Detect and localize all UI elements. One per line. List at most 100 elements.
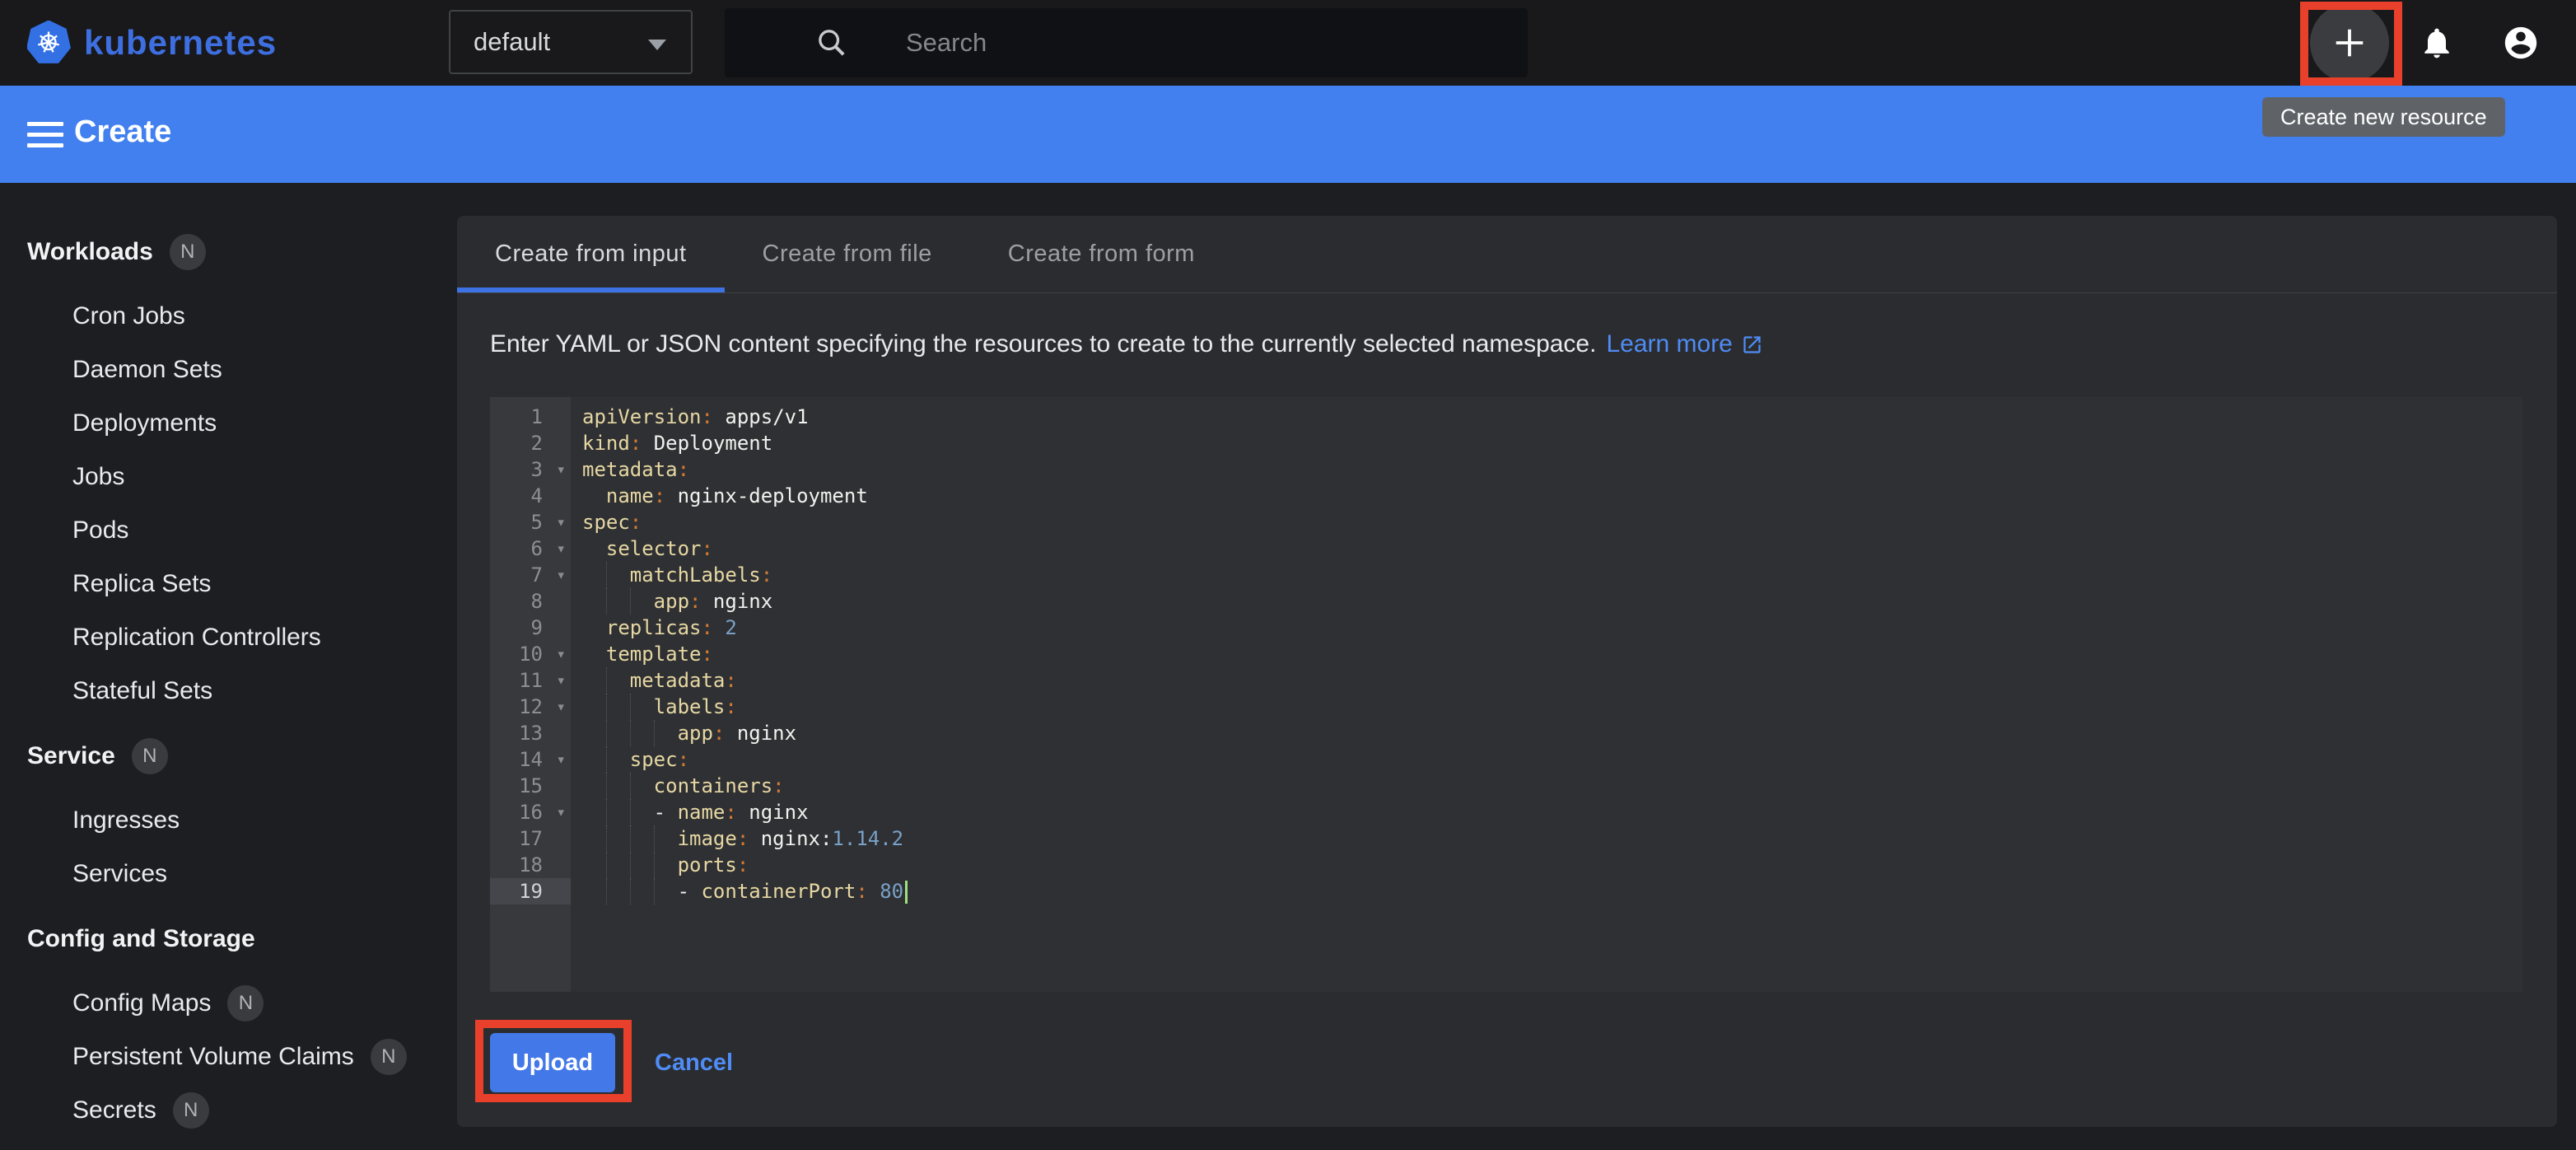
code-line[interactable]: metadata: [582, 456, 2522, 483]
menu-hamburger-icon[interactable] [27, 122, 63, 147]
code-line[interactable]: image: nginx:1.14.2 [582, 825, 2522, 852]
plus-icon [2331, 24, 2368, 62]
editor-gutter: 123▾45▾6▾7▾8910▾11▾12▾1314▾1516▾171819 [490, 397, 571, 992]
sidebar-nav: WorkloadsN Cron Jobs Daemon Sets Deployment… [0, 183, 457, 1125]
namespaced-badge: N [173, 1092, 209, 1129]
sidebar-item-stateful-sets[interactable]: Stateful Sets [72, 676, 457, 706]
sidebar-item-cron-jobs[interactable]: Cron Jobs [72, 302, 457, 331]
code-line[interactable]: labels: [582, 694, 2522, 720]
namespaced-badge: N [371, 1039, 407, 1075]
namespace-select[interactable]: default [449, 10, 693, 74]
indent-guide [630, 720, 654, 746]
sidebar-section-service[interactable]: Service N [27, 741, 457, 771]
brand-title[interactable]: kubernetes [84, 23, 277, 63]
indent-guide [606, 720, 630, 746]
indent-guide [630, 852, 654, 878]
search-input[interactable] [906, 28, 1482, 58]
code-line[interactable]: matchLabels: [582, 562, 2522, 588]
sidebar-item-replication-controllers[interactable]: Replication Controllers [72, 623, 457, 652]
cancel-button[interactable]: Cancel [655, 1049, 733, 1077]
namespaced-badge: N [132, 738, 168, 774]
fold-arrow-icon[interactable]: ▾ [557, 562, 566, 588]
fold-arrow-icon[interactable]: ▾ [557, 535, 566, 562]
code-line[interactable]: - containerPort: 80 [582, 878, 2522, 905]
tab-create-from-form[interactable]: Create from form [970, 216, 1233, 292]
sidebar-label: Ingresses [72, 806, 180, 835]
namespace-value: default [474, 27, 550, 57]
code-line[interactable]: app: nginx [582, 588, 2522, 615]
code-line[interactable]: kind: Deployment [582, 430, 2522, 456]
search-bar[interactable] [725, 8, 1528, 77]
editor-code[interactable]: apiVersion: apps/v1kind: Deploymentmetad… [571, 397, 2522, 992]
instruction-row: Enter YAML or JSON content specifying th… [490, 330, 2524, 359]
fold-arrow-icon[interactable]: ▾ [557, 509, 566, 535]
fold-arrow-icon[interactable]: ▾ [557, 746, 566, 773]
line-number: 15 [490, 773, 571, 799]
code-line[interactable]: selector: [582, 535, 2522, 562]
line-number: 7▾ [490, 562, 571, 588]
sidebar-item-services[interactable]: Services [72, 859, 457, 889]
learn-more-link[interactable]: Learn more [1606, 330, 1762, 358]
code-line[interactable]: metadata: [582, 667, 2522, 694]
sidebar-item-deployments[interactable]: Deployments [72, 409, 457, 438]
sidebar-label: Persistent Volume Claims [72, 1042, 354, 1072]
sidebar-item-jobs[interactable]: Jobs [72, 462, 457, 492]
code-line[interactable]: spec: [582, 746, 2522, 773]
instruction-text: Enter YAML or JSON content specifying th… [490, 330, 1596, 358]
yaml-editor[interactable]: 123▾45▾6▾7▾8910▾11▾12▾1314▾1516▾171819 a… [490, 397, 2522, 992]
tab-create-from-input[interactable]: Create from input [457, 216, 725, 292]
line-number: 19 [490, 878, 571, 905]
code-line[interactable]: replicas: 2 [582, 615, 2522, 641]
sidebar-item-secrets[interactable]: SecretsN [72, 1096, 457, 1125]
search-icon [815, 26, 848, 59]
indent-guide [630, 588, 654, 615]
upload-button[interactable]: Upload [490, 1033, 615, 1092]
sidebar-item-ingresses[interactable]: Ingresses [72, 806, 457, 835]
indent-guide [630, 773, 654, 799]
account-icon[interactable] [2502, 24, 2540, 62]
sidebar-item-config-maps[interactable]: Config MapsN [72, 989, 457, 1018]
sidebar-label: Jobs [72, 462, 124, 492]
code-line[interactable]: template: [582, 641, 2522, 667]
fold-arrow-icon[interactable]: ▾ [557, 694, 566, 720]
sidebar-label: Services [72, 859, 167, 889]
code-line[interactable]: spec: [582, 509, 2522, 535]
create-card: Create from inputCreate from fileCreate … [457, 216, 2557, 1127]
indent-guide [606, 852, 630, 878]
sidebar-item-replica-sets[interactable]: Replica Sets [72, 569, 457, 599]
line-number: 14▾ [490, 746, 571, 773]
create-new-resource-button[interactable] [2310, 3, 2389, 82]
line-number: 16▾ [490, 799, 571, 825]
notifications-bell-icon[interactable] [2419, 25, 2455, 61]
line-number: 8 [490, 588, 571, 615]
fold-arrow-icon[interactable]: ▾ [557, 641, 566, 667]
sidebar-label: Deployments [72, 409, 217, 438]
fold-arrow-icon[interactable]: ▾ [557, 799, 566, 825]
sidebar-label: Service [27, 741, 115, 771]
fold-arrow-icon[interactable]: ▾ [557, 667, 566, 694]
code-line[interactable]: name: nginx-deployment [582, 483, 2522, 509]
sidebar-item-persistent-volume-claims[interactable]: Persistent Volume Claims N [72, 1042, 457, 1072]
code-line[interactable]: - name: nginx [582, 799, 2522, 825]
sidebar-item-pods[interactable]: Pods [72, 516, 457, 545]
sidebar-label: Replica Sets [72, 569, 211, 599]
indent-guide [654, 720, 678, 746]
sidebar-label: Config Maps [72, 989, 211, 1018]
code-line[interactable]: ports: [582, 852, 2522, 878]
namespaced-badge: N [170, 234, 206, 270]
code-line[interactable]: containers: [582, 773, 2522, 799]
sidebar-section-config-and-storage[interactable]: Config and Storage [27, 924, 457, 954]
sidebar-label: Cron Jobs [72, 302, 185, 331]
code-line[interactable]: app: nginx [582, 720, 2522, 746]
sidebar-section-workloads[interactable]: WorkloadsN [27, 237, 457, 267]
code-line[interactable]: apiVersion: apps/v1 [582, 404, 2522, 430]
namespaced-badge: N [227, 985, 264, 1021]
indent-guide [630, 694, 654, 720]
form-actions: Upload Cancel [490, 1033, 2557, 1092]
sidebar-label: Daemon Sets [72, 355, 222, 385]
line-number: 13 [490, 720, 571, 746]
sidebar-item-daemon-sets[interactable]: Daemon Sets [72, 355, 457, 385]
fold-arrow-icon[interactable]: ▾ [557, 456, 566, 483]
indent-guide [630, 825, 654, 852]
tab-create-from-file[interactable]: Create from file [725, 216, 970, 292]
